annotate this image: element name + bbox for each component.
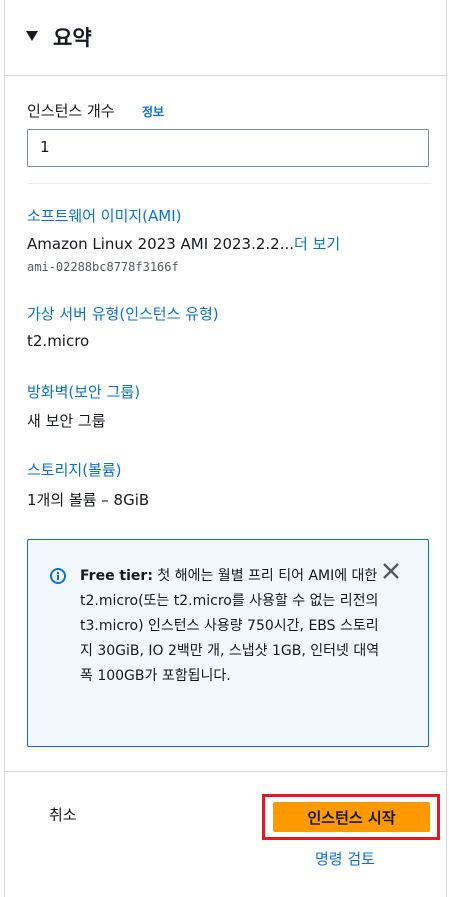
free-tier-alert: Free tier: 첫 해에는 월별 프리 티어 AMI에 대한 t2.mic… <box>27 539 429 747</box>
instance-count-info-link[interactable]: 정보 <box>142 103 164 120</box>
divider <box>27 183 431 184</box>
ami-link[interactable]: 소프트웨어 이미지(AMI) <box>27 205 182 226</box>
cancel-button[interactable]: 취소 <box>49 804 77 825</box>
caret-down-icon[interactable] <box>26 31 38 41</box>
alert-text: Free tier: 첫 해에는 월별 프리 티어 AMI에 대한 t2.mic… <box>80 564 380 689</box>
instance-type-link[interactable]: 가상 서버 유형(인스턴스 유형) <box>27 303 219 324</box>
summary-title: 요약 <box>53 26 92 50</box>
firewall-value: 새 보안 그룹 <box>27 412 106 430</box>
ami-name-text: Amazon Linux 2023 AMI 2023.2.2... <box>27 235 295 253</box>
footer-divider <box>5 771 446 772</box>
summary-panel: 요약 인스턴스 개수 정보 1 소프트웨어 이미지(AMI) Amazon Li… <box>4 0 447 897</box>
close-icon[interactable] <box>380 560 402 582</box>
instance-type-value: t2.micro <box>27 332 90 350</box>
review-commands-link[interactable]: 명령 검토 <box>315 848 375 869</box>
launch-instance-button[interactable]: 인스턴스 시작 <box>273 802 430 832</box>
summary-header[interactable]: 요약 <box>5 0 446 76</box>
alert-body: 첫 해에는 월별 프리 티어 AMI에 대한 t2.micro(또는 t2.mi… <box>80 568 380 684</box>
instance-count-label: 인스턴스 개수 <box>27 102 115 120</box>
ami-id: ami-02288bc8778f3166f <box>27 260 179 274</box>
ami-name: Amazon Linux 2023 AMI 2023.2.2...더 보기 <box>27 233 340 254</box>
storage-value: 1개의 볼륨 – 8GiB <box>27 491 150 509</box>
info-icon <box>50 568 66 584</box>
firewall-link[interactable]: 방화벽(보안 그룹) <box>27 381 140 402</box>
alert-bold: Free tier: <box>80 568 153 584</box>
launch-highlight: 인스턴스 시작 <box>262 794 440 840</box>
storage-link[interactable]: 스토리지(볼륨) <box>27 459 122 480</box>
ami-more-link[interactable]: 더 보기 <box>294 235 340 253</box>
instance-count-input[interactable]: 1 <box>27 129 429 167</box>
